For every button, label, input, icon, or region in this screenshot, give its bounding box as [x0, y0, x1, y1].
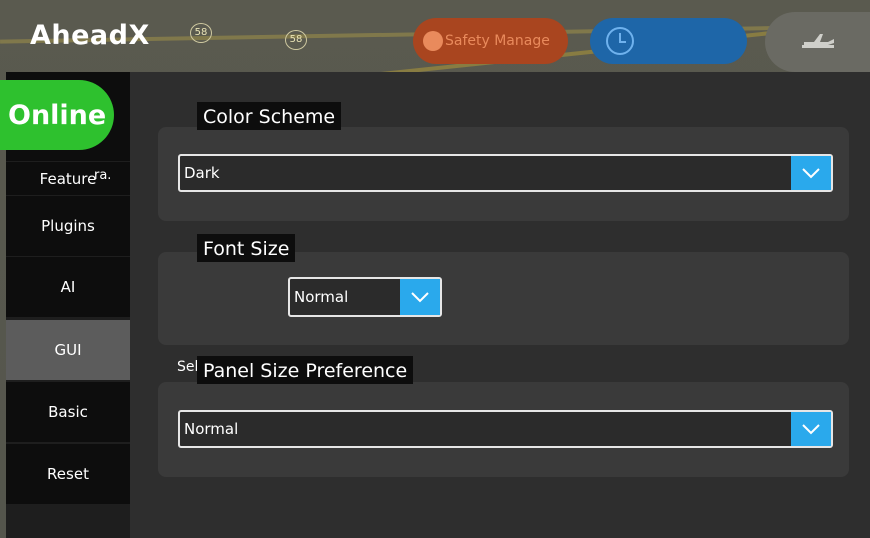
- panel-size-title: Panel Size Preference: [197, 356, 414, 384]
- font-size-value: Normal: [294, 288, 349, 306]
- panel-size-section: Normal: [158, 382, 849, 477]
- sidebar-item-label: Plugins: [41, 217, 95, 235]
- dropdown-button[interactable]: [791, 412, 831, 446]
- font-size-section: [158, 252, 849, 345]
- font-size-select[interactable]: Normal: [288, 277, 442, 317]
- chevron-down-icon: [802, 168, 820, 179]
- color-scheme-title: Color Scheme: [197, 102, 342, 130]
- sidebar-item-ai[interactable]: AI: [6, 257, 130, 318]
- plane-button[interactable]: [765, 12, 870, 72]
- color-scheme-value: Dark: [184, 164, 220, 182]
- safety-icon: [423, 31, 443, 51]
- dropdown-button[interactable]: [791, 156, 831, 190]
- online-status-badge: Online: [0, 80, 114, 150]
- sidebar-item-label: Feature: [39, 169, 97, 188]
- color-scheme-section: Dark: [158, 127, 849, 221]
- sidebar-item-reset[interactable]: Reset: [6, 444, 130, 505]
- sidebar-item-label: GUI: [54, 341, 82, 359]
- font-size-title: Font Size: [197, 234, 296, 262]
- clock-button[interactable]: [590, 18, 747, 64]
- sidebar-item-plugins[interactable]: Plugins: [6, 196, 130, 257]
- sidebar-item-label: Basic: [48, 403, 88, 421]
- panel-size-value: Normal: [184, 420, 239, 438]
- plane-icon: [801, 34, 834, 48]
- sidebar-partial-label: ra.: [94, 168, 112, 183]
- top-bar: AheadX 58 58 Safety Manage: [0, 0, 870, 72]
- brand-logo: AheadX: [30, 20, 150, 51]
- safety-manage-label: Safety Manage: [445, 33, 550, 49]
- color-scheme-select[interactable]: Dark: [178, 154, 833, 192]
- sidebar-item-label: AI: [60, 278, 76, 296]
- safety-manage-button[interactable]: Safety Manage: [413, 18, 568, 64]
- chevron-down-icon: [411, 292, 429, 303]
- route-badge: 58: [190, 23, 212, 43]
- clock-icon: [606, 27, 634, 55]
- panel-size-select[interactable]: Normal: [178, 410, 833, 448]
- dropdown-button[interactable]: [400, 279, 440, 315]
- sidebar-item-gui[interactable]: GUI: [6, 320, 130, 381]
- sidebar-item-label: Reset: [47, 465, 89, 483]
- sidebar-item-basic[interactable]: Basic: [6, 382, 130, 443]
- chevron-down-icon: [802, 424, 820, 435]
- route-badge: 58: [285, 30, 307, 50]
- gui-settings-panel: Dark Color Scheme Font Size Select: Norm…: [130, 72, 870, 538]
